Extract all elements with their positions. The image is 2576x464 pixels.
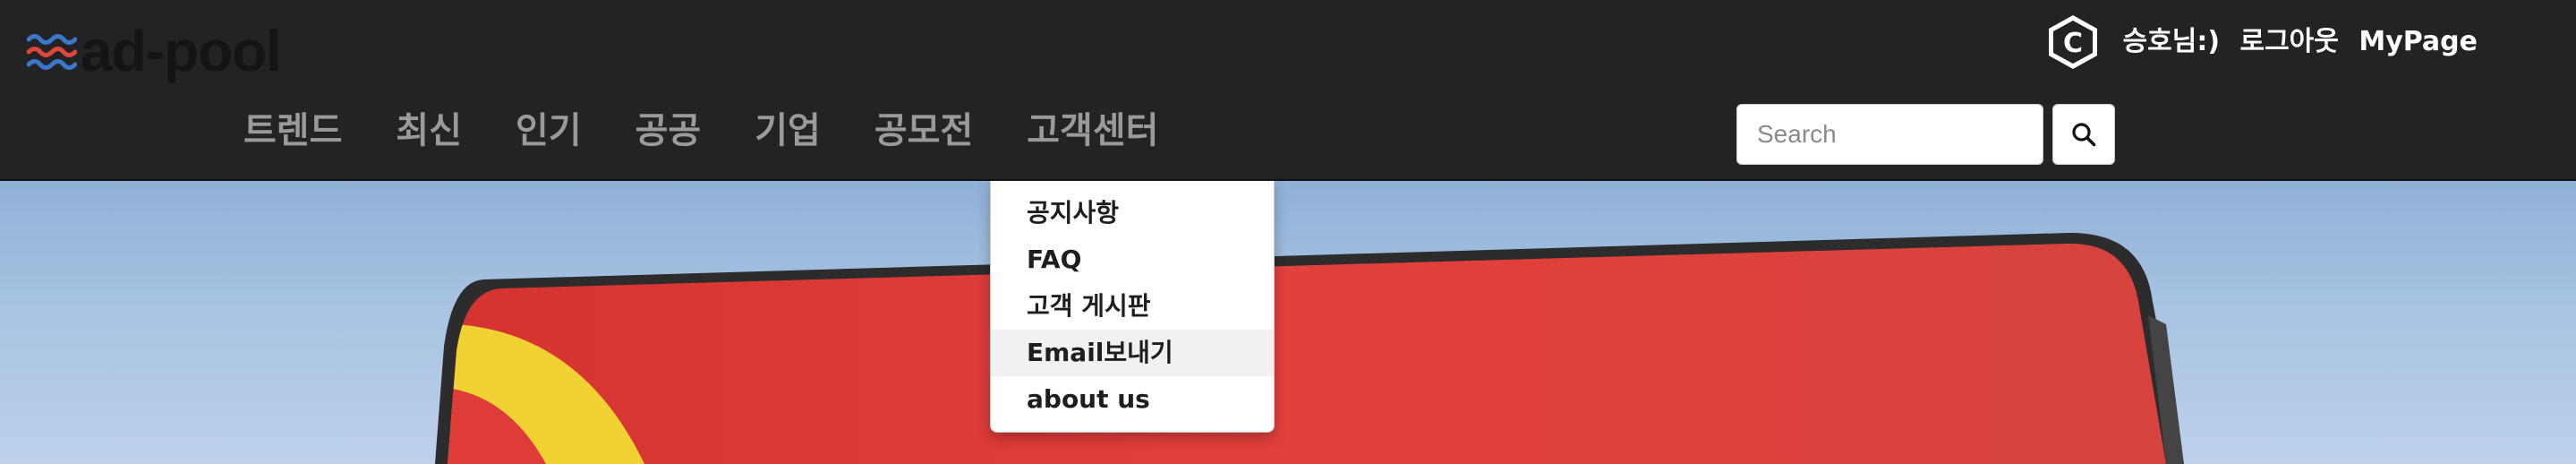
menu-item-contest[interactable]: 공모전 (874, 106, 973, 156)
search-form (1736, 104, 2115, 165)
dropdown-item-about-us[interactable]: about us (991, 376, 1274, 423)
search-button[interactable] (2052, 104, 2115, 165)
mypage-link[interactable]: MyPage (2358, 26, 2478, 57)
search-input[interactable] (1736, 104, 2043, 165)
menu-item-public[interactable]: 공공 (635, 106, 702, 156)
dropdown-item-customer-board[interactable]: 고객 게시판 (991, 283, 1274, 330)
menu-item-popular[interactable]: 인기 (516, 106, 582, 156)
menu-item-latest[interactable]: 최신 (396, 106, 462, 156)
user-avatar-icon[interactable]: C (2044, 13, 2102, 72)
user-area: C 승호님:) 로그아웃 MyPage (2044, 13, 2478, 72)
search-icon (2072, 123, 2096, 147)
user-links: 승호님:) 로그아웃 MyPage (2123, 13, 2478, 72)
menu-item-customer-center[interactable]: 고객센터 (1027, 106, 1158, 156)
main-menu: 트렌드 최신 인기 공공 기업 공모전 고객센터 (243, 106, 1158, 156)
dropdown-item-send-email[interactable]: Email보내기 (991, 330, 1274, 376)
user-greeting: 승호님:) (2122, 26, 2221, 57)
logo-text: ad-pool (81, 19, 282, 83)
customer-center-dropdown: 공지사항 FAQ 고객 게시판 Email보내기 about us (990, 181, 1275, 433)
site-logo[interactable]: ad-pool (27, 19, 282, 83)
dropdown-item-notice[interactable]: 공지사항 (991, 190, 1274, 236)
top-navbar: ad-pool C 승호님:) 로그아웃 MyPage 트렌드 최신 인기 공공… (0, 0, 2576, 181)
waves-icon (27, 34, 77, 70)
avatar-letter: C (2063, 28, 2083, 59)
menu-item-company[interactable]: 기업 (755, 106, 821, 156)
hero-banner (0, 181, 2576, 464)
billboard-image (435, 232, 2184, 464)
logout-link[interactable]: 로그아웃 (2239, 26, 2338, 57)
menu-item-trend[interactable]: 트렌드 (243, 106, 342, 156)
dropdown-item-faq[interactable]: FAQ (991, 236, 1274, 283)
